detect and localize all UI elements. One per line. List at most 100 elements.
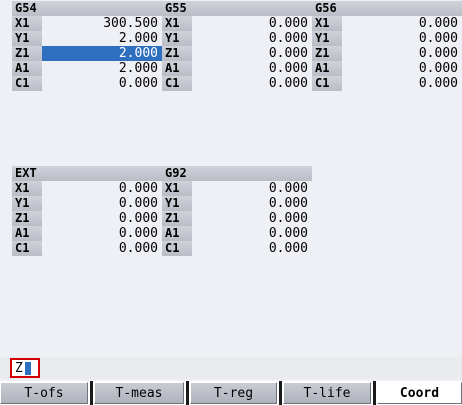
g56-title: G56 <box>312 1 462 16</box>
g55-a1-value[interactable]: 0.000 <box>192 61 308 76</box>
g55-title: G55 <box>162 1 312 16</box>
softkey-separator <box>186 381 189 405</box>
g54-row-a1[interactable]: A1 2.000 <box>12 61 162 76</box>
g56-c1-value[interactable]: 0.000 <box>342 76 458 91</box>
g92-row-z1[interactable]: Z1 0.000 <box>162 211 312 226</box>
g92-row-a1[interactable]: A1 0.000 <box>162 226 312 241</box>
g55-row-x1[interactable]: X1 0.000 <box>162 16 312 31</box>
g54-title: G54 <box>12 1 162 16</box>
axis-label: Y1 <box>162 196 192 211</box>
axis-label: X1 <box>312 16 342 31</box>
axis-label: X1 <box>12 16 42 31</box>
g92-z1-value[interactable]: 0.000 <box>192 211 308 226</box>
key-in-buffer[interactable]: Z <box>10 358 40 378</box>
g54-row-z1[interactable]: Z1 2.000 <box>12 46 162 61</box>
g54-y1-value[interactable]: 2.000 <box>42 31 158 46</box>
axis-label: X1 <box>162 16 192 31</box>
softkey-t-meas[interactable]: T-meas <box>94 382 184 404</box>
g54-block: G54 X1 300.500 Y1 2.000 Z1 2.000 A1 2.000 C1… <box>12 1 162 91</box>
ext-block: EXT X1 0.000 Y1 0.000 Z1 0.000 A1 0.000 C1 0.… <box>12 166 162 256</box>
g55-row-z1[interactable]: Z1 0.000 <box>162 46 312 61</box>
axis-label: Z1 <box>12 211 42 226</box>
axis-label: Y1 <box>12 31 42 46</box>
g55-c1-value[interactable]: 0.000 <box>192 76 308 91</box>
g54-z1-value-selected[interactable]: 2.000 <box>42 46 162 61</box>
axis-label: Z1 <box>312 46 342 61</box>
g56-row-y1[interactable]: Y1 0.000 <box>312 31 462 46</box>
axis-label: Y1 <box>12 196 42 211</box>
g55-x1-value[interactable]: 0.000 <box>192 16 308 31</box>
axis-label: C1 <box>162 241 192 256</box>
g92-row-x1[interactable]: X1 0.000 <box>162 181 312 196</box>
g55-y1-value[interactable]: 0.000 <box>192 31 308 46</box>
axis-label: A1 <box>162 61 192 76</box>
g92-y1-value[interactable]: 0.000 <box>192 196 308 211</box>
g56-x1-value[interactable]: 0.000 <box>342 16 458 31</box>
text-cursor <box>25 362 31 375</box>
g55-row-y1[interactable]: Y1 0.000 <box>162 31 312 46</box>
key-in-text: Z <box>15 361 23 376</box>
ext-row-z1[interactable]: Z1 0.000 <box>12 211 162 226</box>
softkey-t-reg[interactable]: T-reg <box>190 382 277 404</box>
ext-y1-value[interactable]: 0.000 <box>42 196 158 211</box>
ext-a1-value[interactable]: 0.000 <box>42 226 158 241</box>
g92-row-c1[interactable]: C1 0.000 <box>162 241 312 256</box>
axis-label: A1 <box>12 226 42 241</box>
softkey-coord[interactable]: Coord <box>377 382 462 404</box>
g54-a1-value[interactable]: 2.000 <box>42 61 158 76</box>
g55-row-c1[interactable]: C1 0.000 <box>162 76 312 91</box>
ext-x1-value[interactable]: 0.000 <box>42 181 158 196</box>
softkey-separator <box>90 381 93 405</box>
g54-row-c1[interactable]: C1 0.000 <box>12 76 162 91</box>
softkey-t-life[interactable]: T-life <box>283 382 371 404</box>
ext-row-y1[interactable]: Y1 0.000 <box>12 196 162 211</box>
g56-a1-value[interactable]: 0.000 <box>342 61 458 76</box>
ext-row-a1[interactable]: A1 0.000 <box>12 226 162 241</box>
g55-row-a1[interactable]: A1 0.000 <box>162 61 312 76</box>
axis-label: C1 <box>12 76 42 91</box>
g56-y1-value[interactable]: 0.000 <box>342 31 458 46</box>
softkey-t-ofs[interactable]: T-ofs <box>0 382 88 404</box>
g92-title: G92 <box>162 166 312 181</box>
axis-label: A1 <box>312 61 342 76</box>
axis-label: A1 <box>12 61 42 76</box>
axis-label: Y1 <box>312 31 342 46</box>
g92-row-y1[interactable]: Y1 0.000 <box>162 196 312 211</box>
g56-row-x1[interactable]: X1 0.000 <box>312 16 462 31</box>
softkey-separator <box>373 381 376 405</box>
g54-row-x1[interactable]: X1 300.500 <box>12 16 162 31</box>
axis-label: X1 <box>12 181 42 196</box>
g54-c1-value[interactable]: 0.000 <box>42 76 158 91</box>
g56-row-z1[interactable]: Z1 0.000 <box>312 46 462 61</box>
g92-c1-value[interactable]: 0.000 <box>192 241 308 256</box>
ext-z1-value[interactable]: 0.000 <box>42 211 158 226</box>
g92-x1-value[interactable]: 0.000 <box>192 181 308 196</box>
softkey-separator <box>279 381 282 405</box>
g92-a1-value[interactable]: 0.000 <box>192 226 308 241</box>
input-line: Z <box>0 357 462 379</box>
g55-block: G55 X1 0.000 Y1 0.000 Z1 0.000 A1 0.000 C1 0.… <box>162 1 312 91</box>
g56-row-a1[interactable]: A1 0.000 <box>312 61 462 76</box>
axis-label: Z1 <box>12 46 42 61</box>
g56-z1-value[interactable]: 0.000 <box>342 46 458 61</box>
axis-label: A1 <box>162 226 192 241</box>
axis-label: X1 <box>162 181 192 196</box>
g54-x1-value[interactable]: 300.500 <box>42 16 158 31</box>
axis-label: C1 <box>162 76 192 91</box>
g56-block: G56 X1 0.000 Y1 0.000 Z1 0.000 A1 0.000 C1 0.… <box>312 1 462 91</box>
axis-label: Y1 <box>162 31 192 46</box>
work-coordinate-screen: G54 X1 300.500 Y1 2.000 Z1 2.000 A1 2.000 C1… <box>0 0 462 405</box>
g54-row-y1[interactable]: Y1 2.000 <box>12 31 162 46</box>
g56-row-c1[interactable]: C1 0.000 <box>312 76 462 91</box>
ext-c1-value[interactable]: 0.000 <box>42 241 158 256</box>
ext-title: EXT <box>12 166 162 181</box>
axis-label: C1 <box>312 76 342 91</box>
axis-label: Z1 <box>162 46 192 61</box>
ext-row-x1[interactable]: X1 0.000 <box>12 181 162 196</box>
axis-label: C1 <box>12 241 42 256</box>
g92-block: G92 X1 0.000 Y1 0.000 Z1 0.000 A1 0.000 C1 0.… <box>162 166 312 256</box>
g55-z1-value[interactable]: 0.000 <box>192 46 308 61</box>
ext-row-c1[interactable]: C1 0.000 <box>12 241 162 256</box>
softkey-bar: T-ofs T-meas T-reg T-life Coord <box>0 381 462 405</box>
axis-label: Z1 <box>162 211 192 226</box>
